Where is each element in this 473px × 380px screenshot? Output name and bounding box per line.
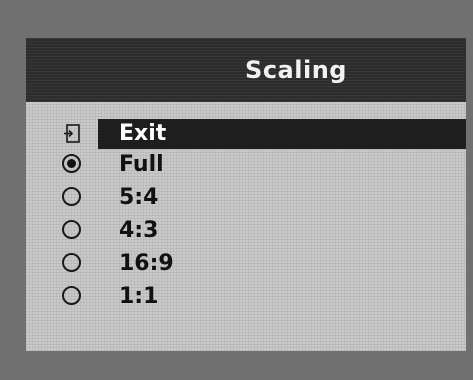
radio-unchecked-icon[interactable] (62, 253, 81, 272)
radio-unchecked-icon[interactable] (62, 187, 81, 206)
radio-unchecked-icon[interactable] (62, 220, 81, 239)
menu-item-label: 5:4 (119, 185, 159, 210)
menu-title: Scaling (245, 56, 347, 84)
menu-item-16-9[interactable]: 16:9 (26, 248, 466, 278)
menu-item-4-3[interactable]: 4:3 (26, 215, 466, 245)
menu-item-5-4[interactable]: 5:4 (26, 182, 466, 212)
menu-item-label: 1:1 (119, 284, 159, 309)
osd-header: Scaling (26, 38, 466, 102)
menu-item-1-1[interactable]: 1:1 (26, 281, 466, 311)
menu-item-full[interactable]: Full (26, 149, 466, 179)
menu-item-exit[interactable]: Exit (26, 118, 466, 149)
menu-item-label: Full (119, 152, 164, 177)
exit-icon (64, 124, 80, 143)
menu-item-label: Exit (119, 121, 167, 146)
radio-checked-icon[interactable] (62, 154, 81, 173)
radio-unchecked-icon[interactable] (62, 286, 81, 305)
osd-menu: Scaling Exit Full 5:4 4:3 16:9 1:1 (26, 38, 466, 351)
menu-item-label: 4:3 (119, 218, 159, 243)
menu-item-label: 16:9 (119, 251, 174, 276)
